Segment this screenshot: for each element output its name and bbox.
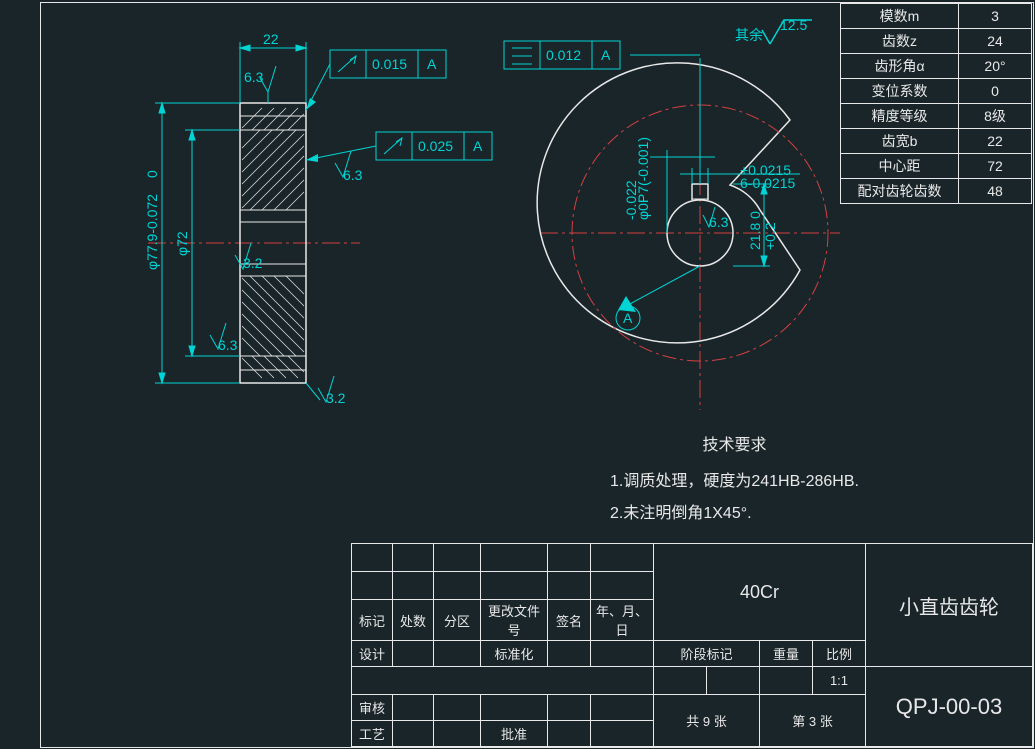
general-surface-finish: 其余 12.5 xyxy=(735,17,812,44)
dim-keyh-sup: +0.2 xyxy=(762,222,778,250)
dim-dia1-sup: 0 xyxy=(144,170,160,178)
rest-label: 其余 xyxy=(735,27,763,43)
part-name: 小直齿齿轮 xyxy=(866,544,1033,667)
gdt-1: 0.015 A xyxy=(306,50,446,110)
material: 40Cr xyxy=(654,544,866,641)
row-process: 工艺 xyxy=(352,721,393,747)
weight-label: 重量 xyxy=(760,641,813,667)
row-approve: 批准 xyxy=(481,721,548,747)
stage-label: 阶段标记 xyxy=(654,641,760,667)
gdt3-datum: A xyxy=(601,47,611,63)
dim-bore-sup: -0.022 xyxy=(623,180,639,220)
title-block: 40Cr 小直齿齿轮 标记 处数 分区 更改文件号 签名 年、月、日 设计 标准… xyxy=(351,543,1033,747)
scale-label: 比例 xyxy=(813,641,866,667)
dim-width: 22 xyxy=(263,31,279,47)
gdt1-datum: A xyxy=(427,56,437,72)
param-label: 模数m xyxy=(841,4,959,29)
param-value: 3 xyxy=(959,4,1032,29)
row-std: 标准化 xyxy=(481,641,548,667)
dim-keyh: 21.8 0 xyxy=(747,211,763,250)
sf-center: 3.2 xyxy=(243,255,263,271)
dim-dia2: φ72 xyxy=(174,231,190,256)
gdt2-datum: A xyxy=(473,138,483,154)
dim-dia1: φ77.9-0.072 xyxy=(144,194,160,270)
scale-value: 1:1 xyxy=(813,667,866,695)
tech-title: 技术要求 xyxy=(610,430,859,462)
left-view: 22 φ77.9-0.072 0 φ72 6.3 6.3 6.3 3.2 3.2 xyxy=(144,31,492,406)
drawing-number: QPJ-00-03 xyxy=(866,667,1033,747)
row-check: 审核 xyxy=(352,695,393,721)
gdt3-val: 0.012 xyxy=(546,47,581,63)
col-qty: 处数 xyxy=(393,600,434,641)
gdt1-val: 0.015 xyxy=(372,56,407,72)
gdt-2: 0.025 A xyxy=(306,132,492,162)
datum-a: A xyxy=(623,310,633,326)
gdt2-val: 0.025 xyxy=(418,138,453,154)
sf-right: 6.3 xyxy=(343,167,363,183)
dim-keyw-sup: +0.0215 xyxy=(740,162,791,178)
sheet-no: 第 3 张 xyxy=(760,695,866,747)
tech-line2: 2.未注明倒角1X45°. xyxy=(610,498,859,530)
technical-requirements: 技术要求 1.调质处理，硬度为241HB-286HB. 2.未注明倒角1X45°… xyxy=(610,430,859,530)
row-design: 设计 xyxy=(352,641,393,667)
rest-val: 12.5 xyxy=(780,17,807,33)
col-doc: 更改文件号 xyxy=(481,600,548,641)
parameter-table: 模数m3 齿数z24 齿形角α20° 变位系数0 精度等级8级 齿宽b22 中心… xyxy=(840,3,1032,204)
sf-bot: 3.2 xyxy=(326,390,346,406)
col-mark: 标记 xyxy=(352,600,393,641)
col-zone: 分区 xyxy=(434,600,481,641)
col-sig: 签名 xyxy=(548,600,591,641)
sf-bore: 6.3 xyxy=(709,214,729,230)
sheets: 共 9 张 xyxy=(654,695,760,747)
right-view: 6.3 φ0P7(-0.001) -0.022 6-0.0215 +0.0215… xyxy=(504,41,840,410)
col-date: 年、月、日 xyxy=(591,600,654,641)
sf-left: 6.3 xyxy=(218,337,238,353)
tech-line1: 1.调质处理，硬度为241HB-286HB. xyxy=(610,466,859,498)
sf-top-1: 6.3 xyxy=(244,69,264,85)
